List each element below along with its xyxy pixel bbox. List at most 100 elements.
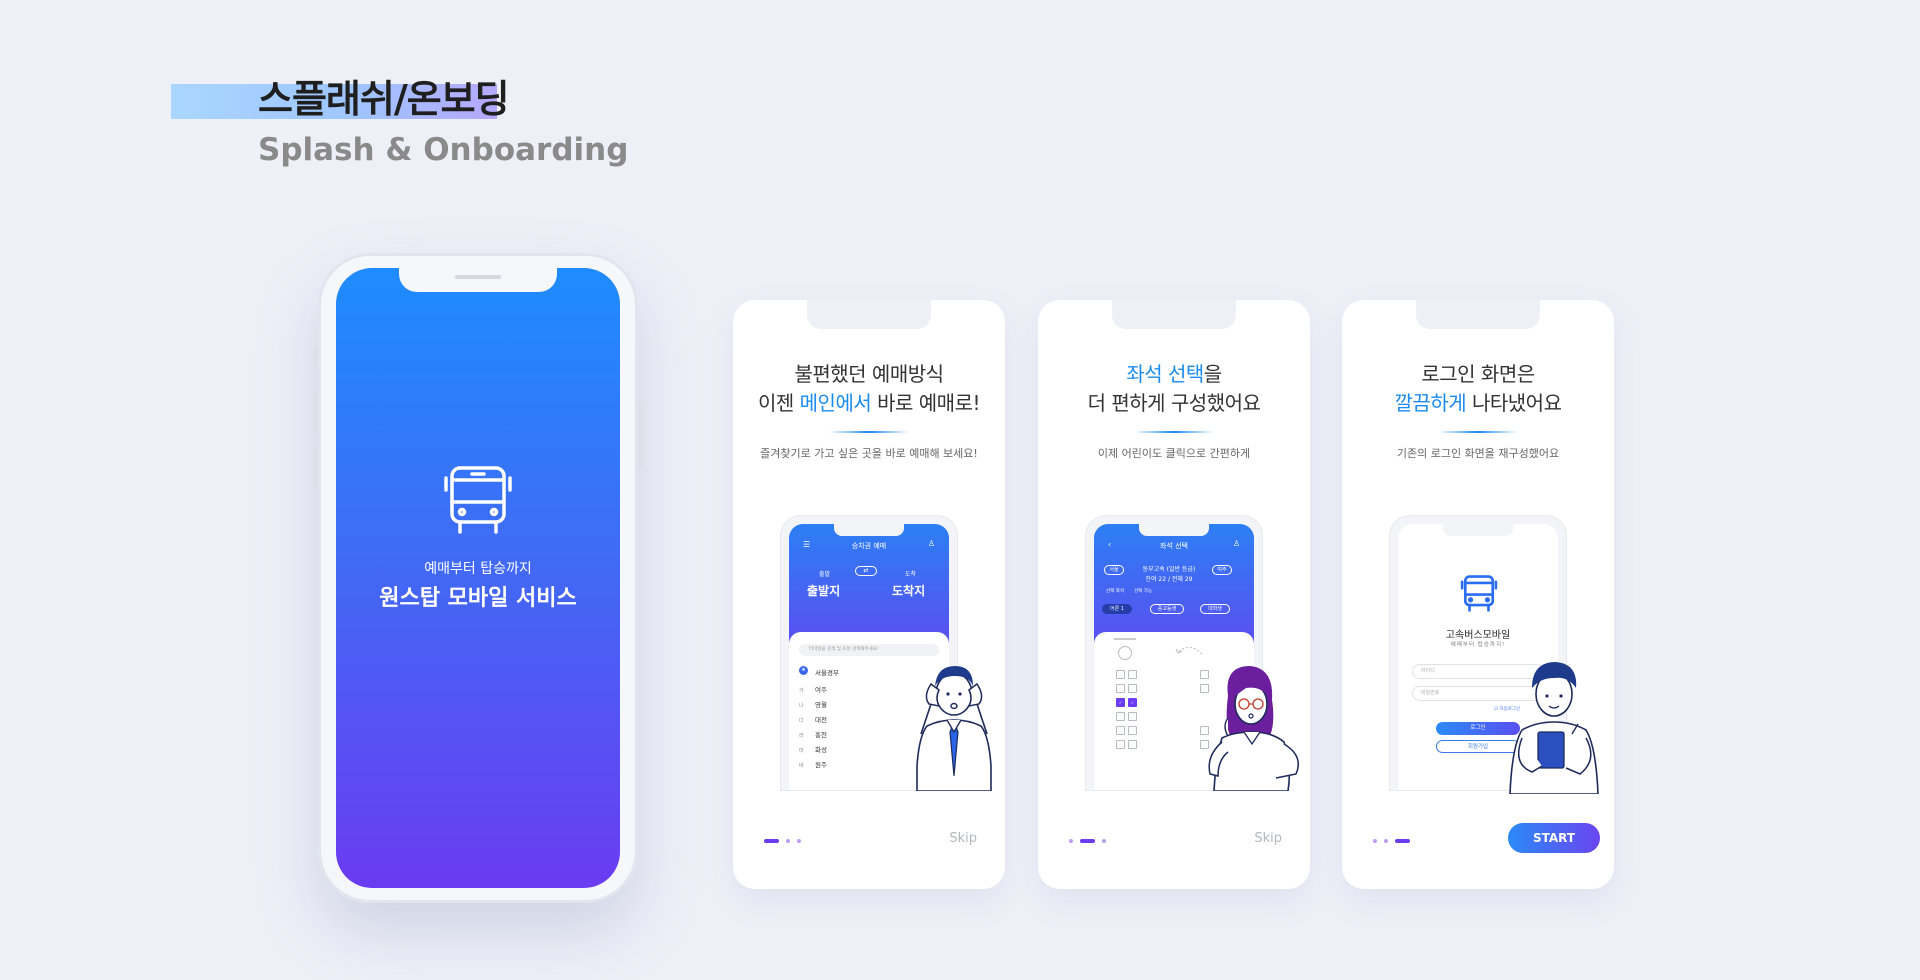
phone-side-button (313, 345, 318, 367)
seat (1128, 712, 1137, 721)
seat (1116, 670, 1125, 679)
pagination-dots (764, 838, 801, 844)
seat (1116, 712, 1125, 721)
headline-text: 을 (1203, 362, 1222, 386)
from-city: 출발지 (807, 584, 841, 598)
headline-line-1: 불편했던 예매방식 (794, 362, 944, 386)
page-dot (1373, 839, 1377, 843)
mock-screen-title: 승차권 예매 (851, 542, 887, 550)
app-tagline: 예매부터 탑승까지! (1450, 642, 1506, 648)
phone-power-button (638, 403, 643, 467)
list-item: 가 여주 (799, 686, 827, 694)
seat (1116, 740, 1125, 749)
seat (1128, 726, 1137, 735)
user-icon: ♙ (1232, 539, 1240, 548)
legend-selected: 선택 좌석 (1106, 589, 1124, 594)
pagination-dots (1069, 838, 1106, 844)
headline-text: 나타냈어요 (1466, 391, 1562, 415)
list-item: 라 홍천 (799, 731, 827, 739)
splash-service-name: 원스탑 모바일 서비스 (379, 586, 577, 611)
headline-text: 이젠 (757, 391, 800, 415)
seat-selected: ✓ (1116, 698, 1125, 707)
from-chip: 서울 (1104, 565, 1124, 575)
headline-highlight: 메인에서 (799, 391, 872, 415)
card-notch (1112, 299, 1236, 329)
splash-phone-mockup: 예매부터 탑승까지 원스탑 모바일 서비스 (313, 253, 643, 903)
to-chip: 여주 (1212, 565, 1232, 575)
page-title: 스플래쉬/온보딩 (258, 77, 510, 121)
seat (1116, 726, 1125, 735)
seat (1128, 670, 1137, 679)
man-clipboard-illustration (1509, 662, 1599, 794)
page-subtitle: Splash & Onboarding (258, 132, 629, 168)
headline-line-1: 좌석 선택을 (1038, 360, 1310, 389)
phone-notch (399, 268, 557, 292)
onboarding-description: 이제 어린이도 클릭으로 간편하게 (1097, 447, 1251, 460)
skip-button[interactable]: Skip (949, 831, 977, 846)
from-label: 출발 (819, 571, 831, 578)
seat-count: 잔여 22 / 전체 29 (1145, 576, 1193, 583)
mock-screen-title: 좌석 선택 (1160, 542, 1188, 550)
start-button[interactable]: START (1508, 823, 1600, 853)
card-notch (807, 299, 931, 329)
headline-highlight: 좌석 선택 (1126, 362, 1204, 386)
page-dot-active (1080, 839, 1095, 843)
passenger-chip: 대학생 (1200, 604, 1230, 614)
splash-screen: 예매부터 탑승까지 원스탑 모바일 서비스 (336, 268, 620, 888)
confused-man-illustration (916, 666, 992, 791)
bus-icon (1460, 574, 1498, 614)
onboarding-headline: 로그인 화면은 깔끔하게 나타냈어요 (1342, 360, 1614, 418)
page-dot (797, 839, 801, 843)
phone-side-button (313, 391, 318, 435)
list-item: 나 영월 (799, 701, 827, 709)
seat (1128, 684, 1137, 693)
star-icon: ★ (799, 666, 808, 675)
app-name: 고속버스모바일 (1445, 630, 1511, 641)
seat (1116, 684, 1125, 693)
headline-line-1: 로그인 화면은 (1421, 362, 1535, 386)
to-label: 도착 (905, 571, 917, 578)
page-dot (1384, 839, 1388, 843)
seat (1128, 740, 1137, 749)
page-dot-active (764, 839, 779, 843)
to-city: 도착지 (892, 584, 926, 598)
bus-icon (442, 466, 514, 536)
headline-line-2: 더 편하게 구성했어요 (1087, 391, 1261, 415)
page-dot (1102, 839, 1106, 843)
pagination-dots (1373, 838, 1410, 844)
seat-selected: ✓ (1128, 698, 1137, 707)
list-item: 바 원주 (799, 761, 827, 769)
onboarding-description: 기존의 로그인 화면을 재구성했어요 (1396, 447, 1560, 460)
headline-divider (829, 431, 909, 433)
onboarding-card-2: 좌석 선택을 더 편하게 구성했어요 이제 어린이도 클릭으로 간편하게 ‹ 좌… (1038, 299, 1310, 889)
route-info: 동부고속 (일반 등급) (1142, 566, 1196, 573)
passenger-chip: 어른 1 (1102, 604, 1132, 614)
onboarding-card-3: 로그인 화면은 깔끔하게 나타냈어요 기존의 로그인 화면을 재구성했어요 고속… (1342, 299, 1614, 889)
seat-map-divider (1114, 638, 1136, 640)
list-item: 다 대전 (799, 716, 827, 724)
splash-tagline: 예매부터 탑승까지 (424, 561, 532, 577)
list-item: 마 화성 (799, 746, 827, 754)
card-notch (1416, 299, 1540, 329)
swap-icon: ⇄ (855, 566, 877, 576)
headline-text: 바로 예매로! (871, 391, 980, 415)
skip-button[interactable]: Skip (1254, 831, 1282, 846)
arrow-icon (1175, 647, 1203, 655)
phone-side-button (313, 447, 318, 491)
onboarding-headline: 좌석 선택을 더 편하게 구성했어요 (1038, 360, 1310, 418)
page-dot (786, 839, 790, 843)
headline-line-2: 이젠 메인에서 바로 예매로! (733, 389, 1005, 418)
favorite-terminal: 서울경부 (815, 669, 839, 677)
legend-available: 선택 가능 (1134, 589, 1152, 594)
passenger-chip: 중고등생 (1150, 604, 1184, 614)
onboarding-headline: 불편했던 예매방식 이젠 메인에서 바로 예매로! (733, 360, 1005, 418)
headline-divider (1438, 431, 1518, 433)
headline-divider (1134, 431, 1214, 433)
headline-line-2: 깔끔하게 나타냈어요 (1342, 389, 1614, 418)
onboarding-description: 즐겨찾기로 가고 싶은 곳을 바로 예매해 보세요! (760, 447, 978, 460)
steering-wheel-icon (1118, 646, 1132, 660)
headline-highlight: 깔끔하게 (1394, 391, 1467, 415)
page-dot (1069, 839, 1073, 843)
terminal-search-input: 터미널을 검색 및 초성 검색해주세요! (799, 644, 939, 656)
user-icon: ♙ (927, 539, 935, 548)
